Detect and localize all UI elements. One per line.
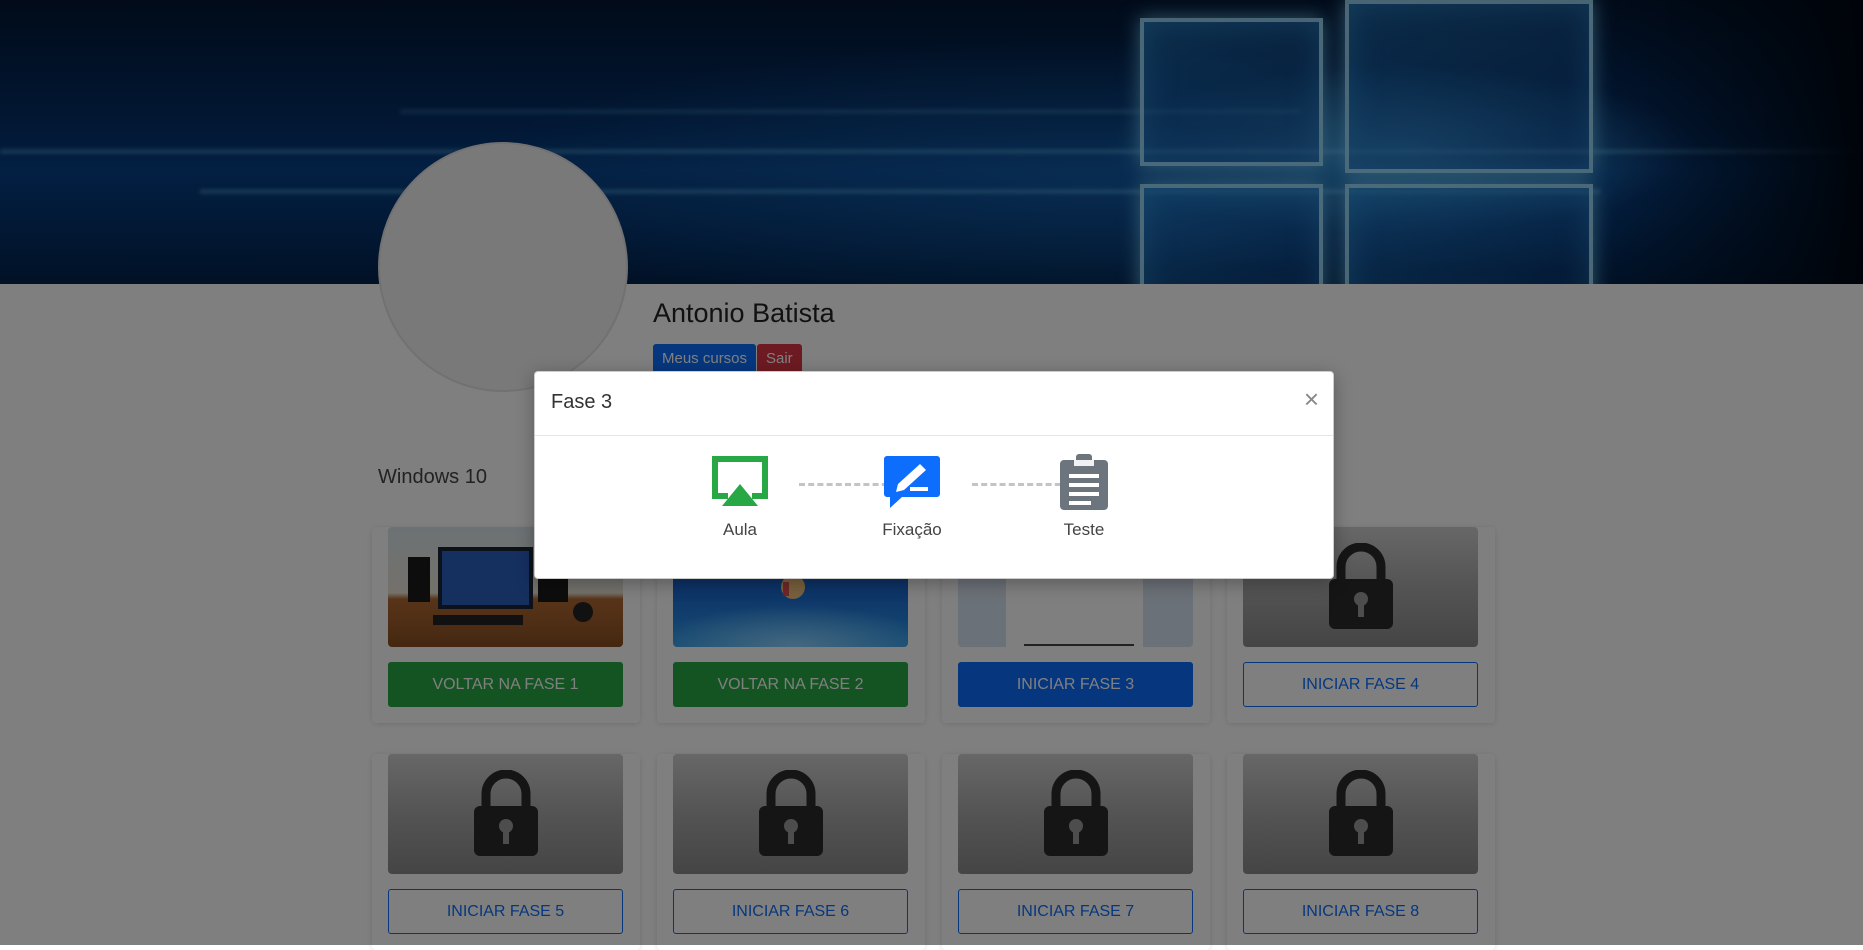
- step-fixacao[interactable]: Fixação: [857, 454, 967, 540]
- step-aula[interactable]: Aula: [685, 454, 795, 540]
- modal-header: Fase 3 ×: [535, 372, 1333, 436]
- step-label: Teste: [1063, 520, 1105, 539]
- phase-modal: Fase 3 × Aula Fixação Teste: [534, 371, 1334, 579]
- modal-title: Fase 3: [551, 391, 613, 413]
- pencil-message-icon: [884, 456, 940, 508]
- cast-icon: [712, 456, 768, 506]
- step-label: Fixação: [882, 520, 942, 539]
- step-teste[interactable]: Teste: [1029, 454, 1139, 540]
- step-label: Aula: [722, 520, 758, 539]
- close-icon[interactable]: ×: [1304, 384, 1319, 414]
- clipboard-icon: [1060, 454, 1108, 510]
